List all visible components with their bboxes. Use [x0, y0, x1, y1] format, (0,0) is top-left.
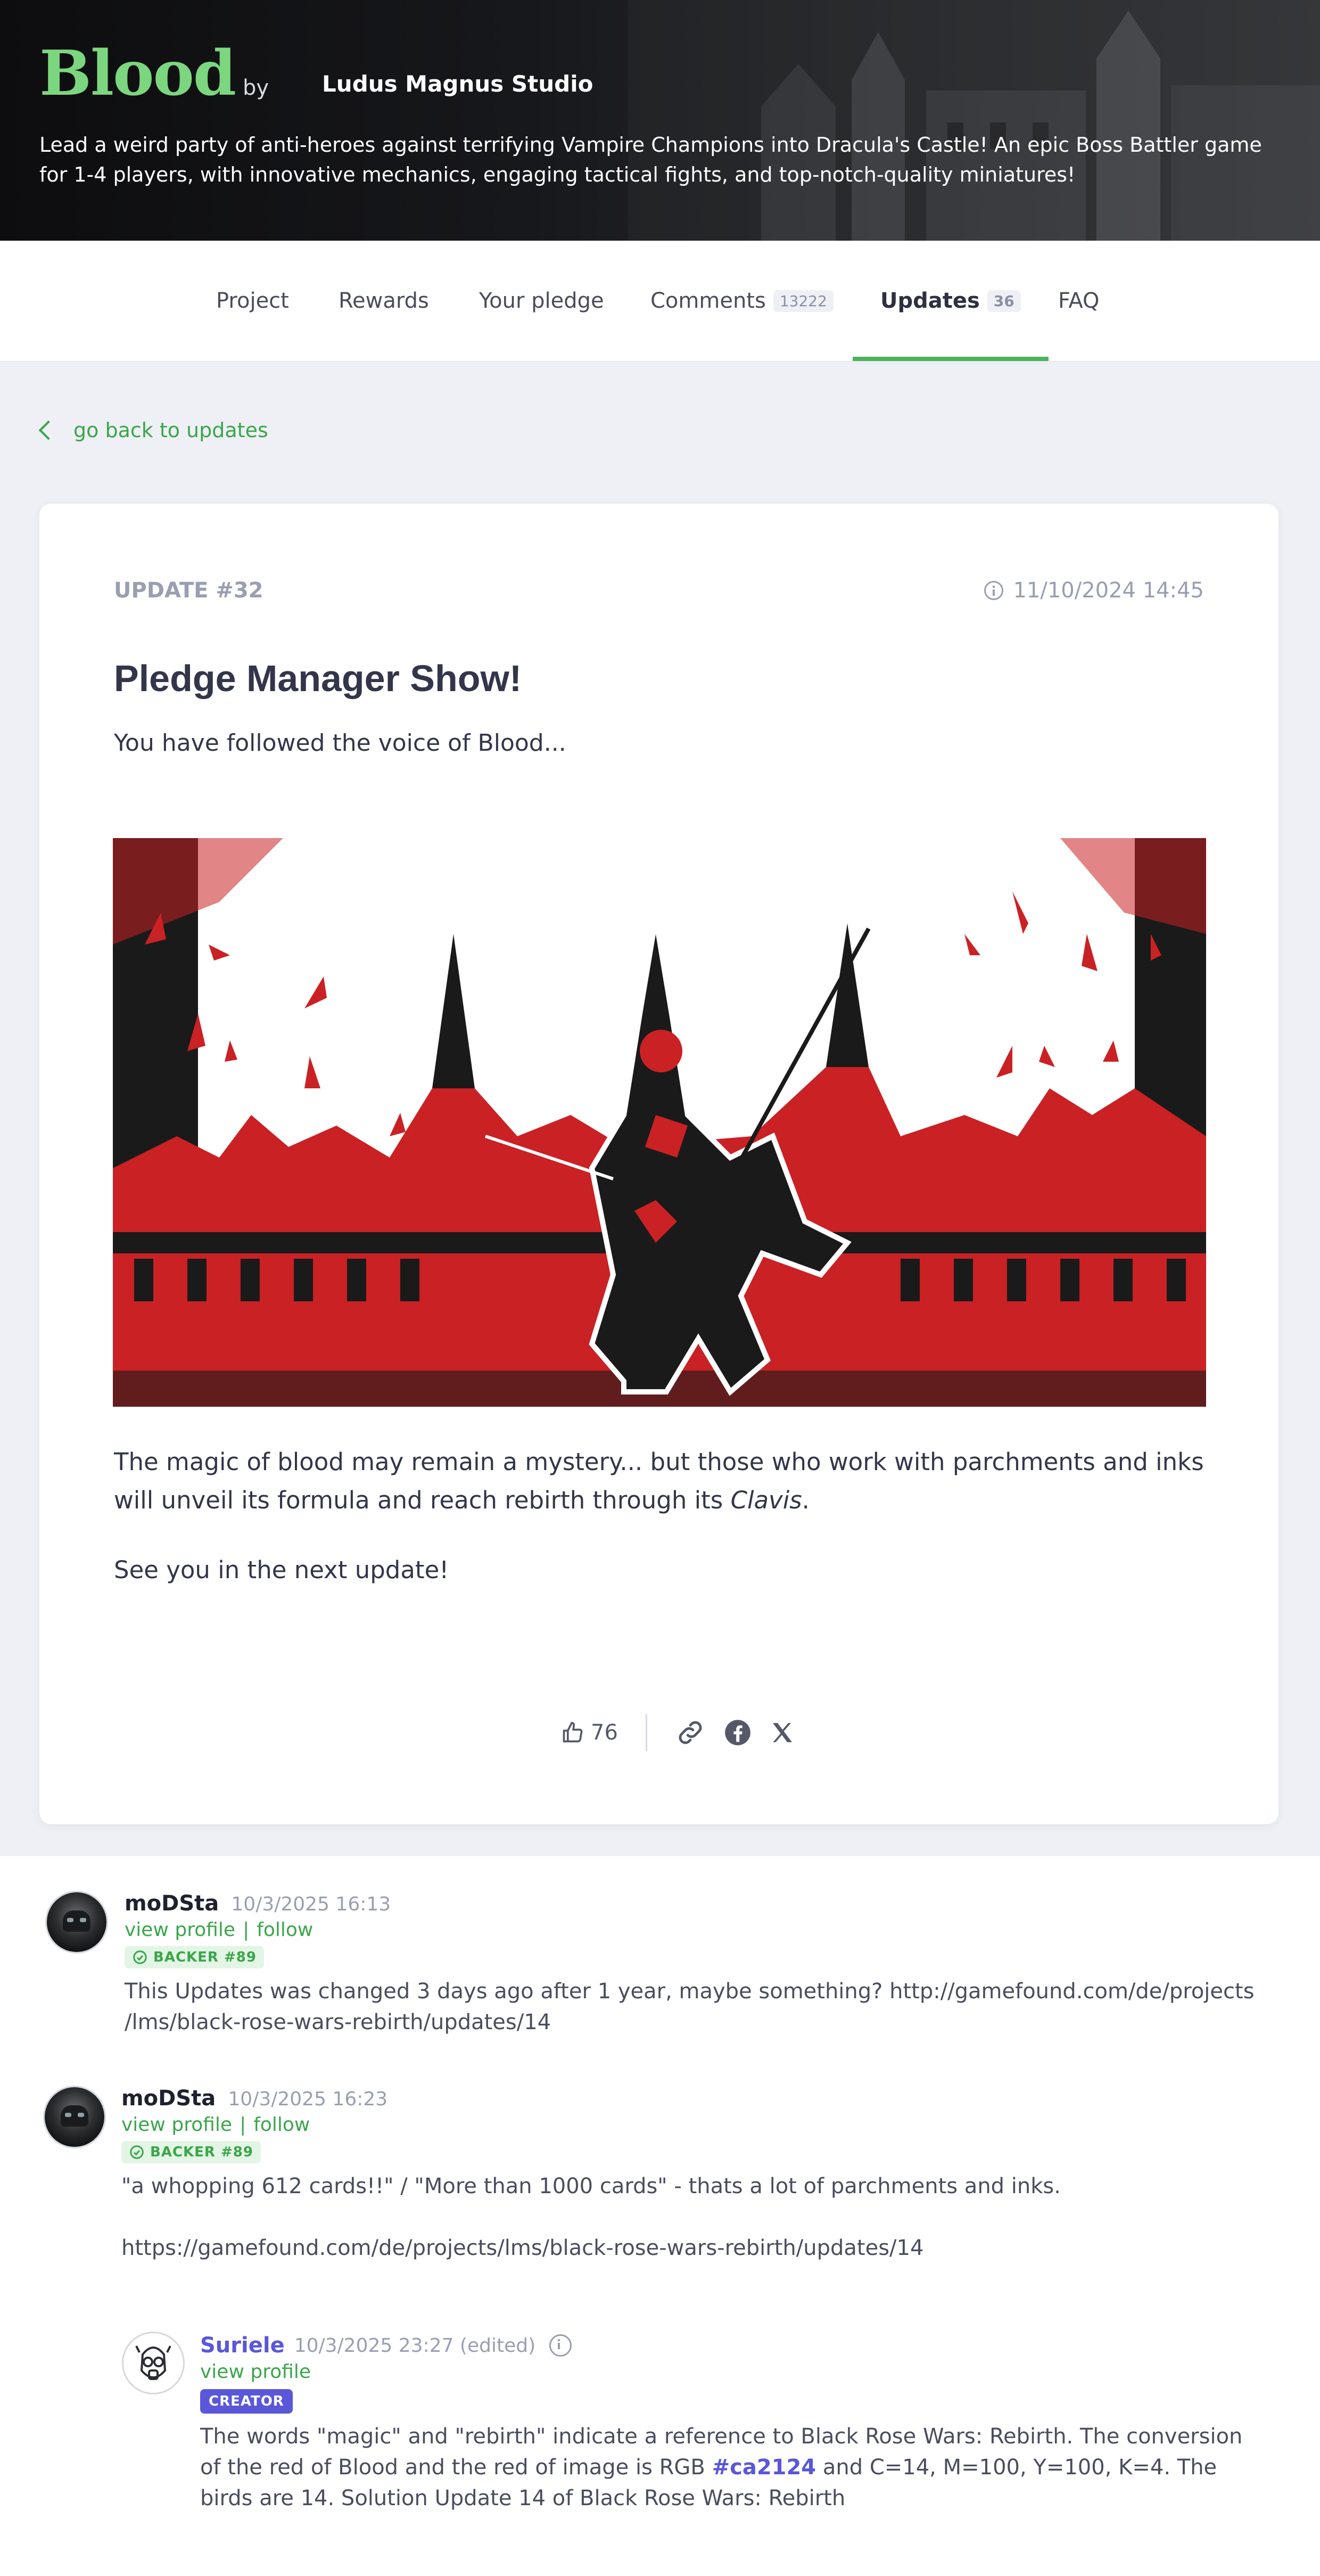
info-icon[interactable]: [549, 2334, 572, 2357]
backer-icon: [133, 1950, 147, 1964]
avatar-eye-shape: [65, 2113, 71, 2117]
update-illustration: [113, 838, 1206, 1407]
tab-faq[interactable]: FAQ: [1058, 241, 1099, 361]
comment: Suriele 10/3/2025 23:27 (edited) view pr…: [200, 2333, 1265, 2514]
update-body: The magic of blood may remain a mystery.…: [114, 1443, 1210, 1520]
tab-comments[interactable]: Comments 13222: [650, 241, 834, 361]
creator-badge: CREATOR: [200, 2389, 293, 2414]
brand: Blood by Ludus Magnus Studio: [39, 37, 593, 110]
studio-name[interactable]: Ludus Magnus Studio: [322, 71, 593, 97]
link-separator: |: [240, 2114, 246, 2136]
backer-badge-label: BACKER #89: [150, 2144, 253, 2160]
view-profile-link[interactable]: view profile: [200, 2361, 311, 2383]
blood-logo[interactable]: Blood: [39, 37, 236, 110]
comments-section: moDSta 10/3/2025 16:13 view profile | foll…: [0, 1856, 1320, 2576]
tab-comments-label: Comments: [650, 289, 766, 313]
comment-text: The words "magic" and "rebirth" indicate…: [200, 2421, 1265, 2514]
avatar-eye-shape: [78, 2113, 84, 2117]
chevron-left-icon: [38, 420, 59, 440]
tab-your-pledge-label: Your pledge: [479, 289, 604, 313]
view-profile-link[interactable]: view profile: [125, 1919, 235, 1941]
project-tabs: Project Rewards Your pledge Comments 132…: [0, 241, 1320, 362]
thumbs-up-icon: [563, 1721, 583, 1743]
updates-count-badge: 36: [987, 290, 1021, 312]
update-intro: You have followed the voice of Blood...: [114, 729, 566, 757]
info-icon[interactable]: [984, 581, 1004, 600]
comment: moDSta 10/3/2025 16:13 view profile | foll…: [125, 1891, 1285, 2038]
tab-updates-label: Updates: [880, 289, 980, 313]
comment-author[interactable]: moDSta: [121, 2086, 216, 2111]
comment-links: view profile | follow: [121, 2114, 1292, 2136]
project-header: Blood by Ludus Magnus Studio Lead a weir…: [0, 0, 1320, 241]
project-tagline: Lead a weird party of anti-heroes agains…: [39, 133, 1262, 186]
like-count: 76: [591, 1720, 618, 1745]
tab-faq-label: FAQ: [1058, 289, 1100, 313]
avatar[interactable]: [45, 2087, 104, 2147]
avatar-eye-shape: [67, 1918, 73, 1922]
update-date-text: 11/10/2024 14:45: [1013, 578, 1204, 603]
update-body-part1: The magic of blood may remain a mystery.…: [114, 1448, 1204, 1514]
update-body-clavis: Clavis: [730, 1486, 802, 1514]
update-closing: See you in the next update!: [114, 1556, 449, 1584]
comment-links: view profile | follow: [125, 1919, 1285, 1941]
comments-count-badge: 13222: [773, 290, 834, 312]
comment-time: 10/3/2025 16:23: [228, 2088, 388, 2110]
update-title: Pledge Manager Show!: [114, 658, 522, 699]
comment-author[interactable]: moDSta: [125, 1891, 219, 1916]
by-label: by: [242, 76, 269, 100]
follow-link[interactable]: follow: [253, 2114, 310, 2136]
comment-link-text[interactable]: https://gamefound.com/de/projects/lms/bl…: [121, 2233, 1292, 2263]
update-body-part2: .: [802, 1486, 810, 1514]
link-separator: |: [243, 1919, 250, 1941]
update-actions: 76: [561, 1713, 813, 1752]
tab-updates[interactable]: Updates 36: [853, 241, 1049, 361]
backer-badge-label: BACKER #89: [153, 1949, 257, 1965]
tab-project-label: Project: [216, 289, 289, 313]
tab-your-pledge[interactable]: Your pledge: [479, 241, 604, 361]
follow-link[interactable]: follow: [257, 1919, 313, 1941]
update-card: UPDATE #32 11/10/2024 14:45 Pledge Manag…: [39, 504, 1278, 1824]
gas-mask-avatar-icon: [135, 2345, 171, 2380]
actions-divider: [645, 1714, 647, 1751]
update-number: UPDATE #32: [114, 578, 263, 603]
comment: moDSta 10/3/2025 16:23 view profile | foll…: [121, 2086, 1292, 2263]
hex-color-text: #ca2124: [712, 2455, 816, 2480]
like-button[interactable]: 76: [561, 1720, 618, 1745]
comment-links: view profile: [200, 2361, 1265, 2383]
comment-author[interactable]: Suriele: [200, 2333, 285, 2358]
tab-rewards[interactable]: Rewards: [339, 241, 429, 361]
backer-icon: [130, 2145, 144, 2159]
avatar[interactable]: [47, 1892, 106, 1952]
avatar-eye-shape: [80, 1918, 86, 1922]
comment-text-line: "a whopping 612 cards!!" / "More than 10…: [121, 2174, 1061, 2198]
backer-badge: BACKER #89: [125, 1946, 264, 1968]
back-link-label: go back to updates: [73, 419, 268, 442]
backer-badge: BACKER #89: [121, 2141, 261, 2163]
comment-time: 10/3/2025 23:27 (edited): [294, 2334, 536, 2357]
tab-project[interactable]: Project: [216, 241, 289, 361]
view-profile-link[interactable]: view profile: [121, 2114, 232, 2136]
link-icon[interactable]: [675, 1717, 706, 1748]
tab-rewards-label: Rewards: [339, 289, 429, 313]
avatar[interactable]: [123, 2333, 183, 2393]
facebook-icon[interactable]: [724, 1719, 752, 1746]
comment-text: This Updates was changed 3 days ago afte…: [125, 1979, 1255, 2034]
x-icon[interactable]: [770, 1720, 795, 1745]
comment-time: 10/3/2025 16:13: [231, 1893, 391, 1915]
castle-backdrop: [628, 0, 1320, 241]
update-date: 11/10/2024 14:45: [984, 578, 1204, 603]
back-to-updates-link[interactable]: go back to updates: [38, 419, 268, 442]
